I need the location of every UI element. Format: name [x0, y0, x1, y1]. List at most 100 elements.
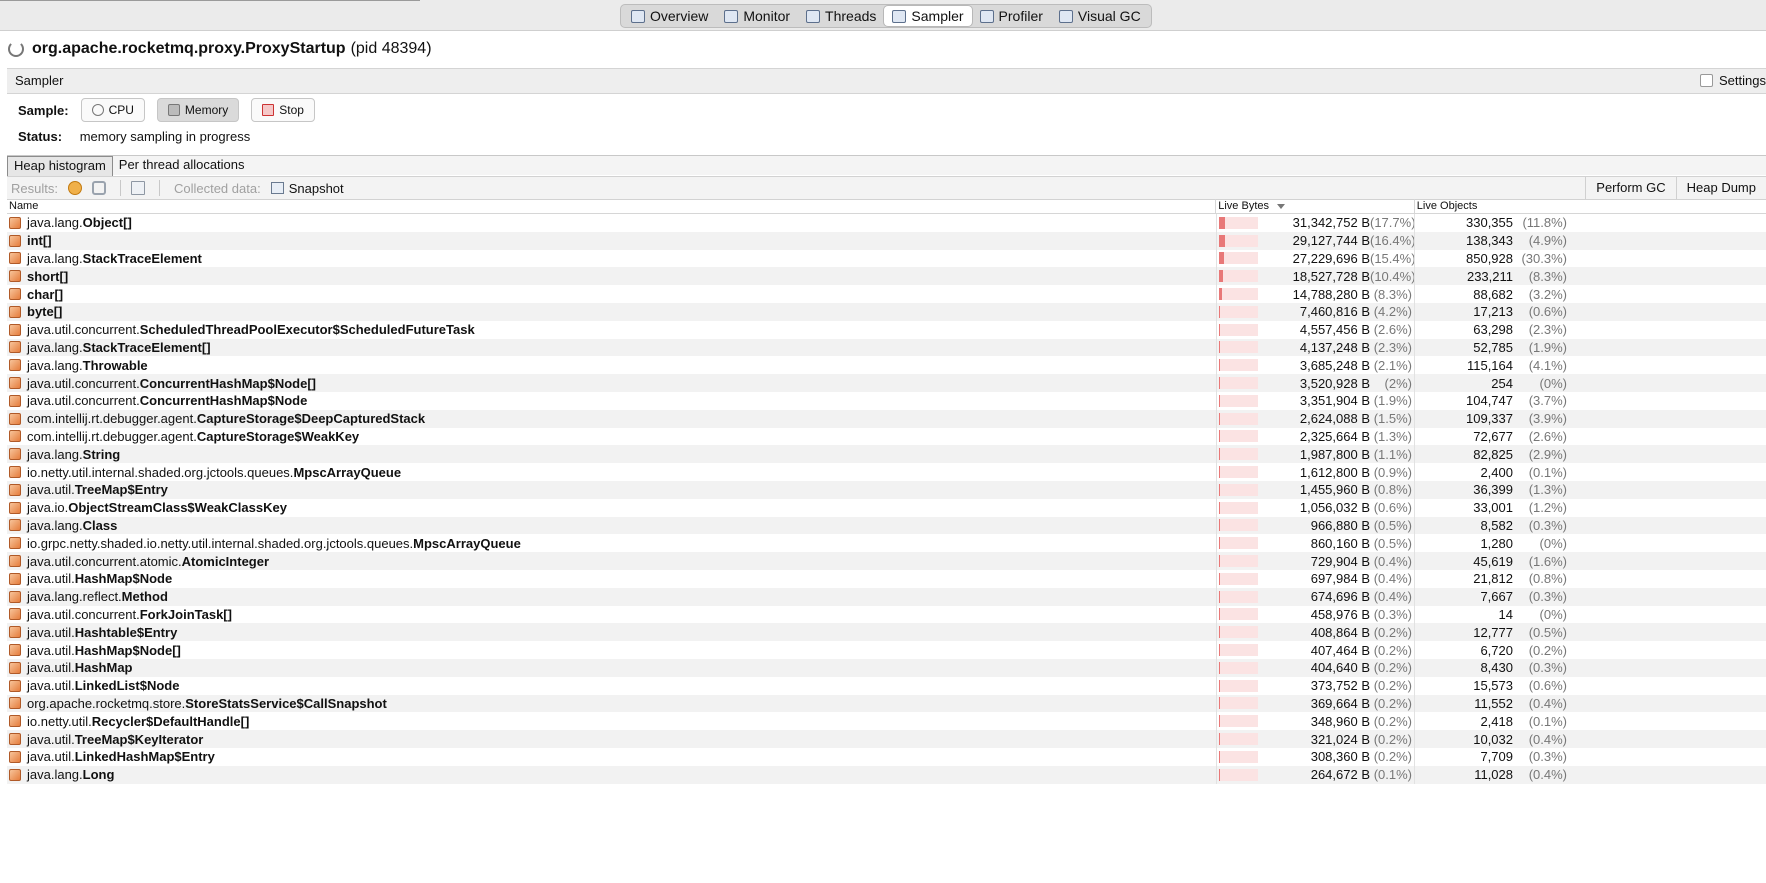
class-icon	[9, 288, 21, 301]
snapshot-icon	[270, 182, 284, 194]
class-icon	[9, 572, 21, 585]
live-bytes-bar-fill	[1219, 733, 1220, 745]
live-bytes-value: 729,904 B	[1310, 553, 1370, 569]
live-bytes-bar	[1219, 412, 1258, 425]
table-row[interactable]: java.util. LinkedList$Node 373,752 B (0.2%)…	[7, 676, 1766, 695]
live-bytes-value: 697,984 B	[1310, 571, 1370, 587]
table-row[interactable]: java.util. TreeMap$Entry 1,455,960 B (0.8%)…	[7, 480, 1766, 499]
table-row[interactable]: java.lang. Object[] 31,342,752 B (17.7%) 330…	[7, 214, 1766, 232]
tab-overview[interactable]: Overview	[623, 6, 716, 26]
table-row[interactable]: com.intellij.rt.debugger.agent. CaptureSt…	[7, 427, 1766, 446]
snapshot-button[interactable]: Snapshot	[289, 181, 344, 196]
delta-icon[interactable]	[130, 181, 145, 195]
cpu-button[interactable]: CPU	[80, 98, 145, 122]
table-row[interactable]: java.util.concurrent. ForkJoinTask[] 458,9…	[7, 605, 1766, 624]
table-row[interactable]: java.util. Hashtable$Entry 408,864 B (0.2%)…	[7, 623, 1766, 642]
live-bytes-bar	[1219, 733, 1258, 745]
class-icon	[9, 270, 21, 283]
table-row[interactable]: char[] 14,788,280 B (8.3%) 88,682 (3.2%)	[7, 285, 1766, 303]
live-objects-cell: 11,552 (0.4%)	[1414, 694, 1765, 713]
live-objects-percent: (0.1%)	[1528, 713, 1567, 729]
live-bytes-percent: (4.2%)	[1373, 304, 1412, 320]
live-bytes-percent: (0.3%)	[1373, 606, 1412, 622]
class-name-cell: java.util.concurrent. ScheduledThreadPool…	[7, 322, 1216, 337]
package-name: java.util.concurrent.	[27, 606, 140, 622]
table-row[interactable]: java.lang. Long 264,672 B (0.1%) 11,028 (0.4%…	[7, 765, 1766, 784]
table-row[interactable]: java.lang. String 1,987,800 B (1.1%) 82,825(…	[7, 445, 1766, 464]
column-live-bytes[interactable]: Live Bytes	[1215, 199, 1414, 213]
table-row[interactable]: short[] 18,527,728 B (10.4%) 233,211 (8.3%)	[7, 267, 1766, 286]
refresh-icon[interactable]	[91, 181, 106, 195]
view-tabs: Overview Monitor Threads Sampler Profiler Vis…	[620, 4, 1152, 28]
class-name-cell: java.lang. Object[]	[7, 215, 1216, 230]
live-bytes-value: 408,864 B	[1310, 624, 1370, 640]
live-objects-cell: 17,213 (0.6%)	[1414, 302, 1765, 321]
table-row[interactable]: java.util. HashMap$Node 697,984 B (0.4%) 21,…	[7, 569, 1766, 588]
live-bytes-cell: 3,351,904 B (1.9%)	[1216, 391, 1414, 410]
table-row[interactable]: java.lang.reflect. Method 674,696 B (0.4%) 7…	[7, 587, 1766, 606]
settings-toggle[interactable]: Settings	[1700, 73, 1766, 88]
class-icon	[9, 323, 21, 336]
live-bytes-percent: (0.2%)	[1373, 695, 1412, 711]
table-row[interactable]: java.util.concurrent. ScheduledThreadPool…	[7, 320, 1766, 339]
settings-checkbox[interactable]	[1700, 74, 1714, 87]
class-name-cell: byte[]	[7, 304, 1216, 319]
live-bytes-value: 321,024 B	[1310, 731, 1370, 747]
table-row[interactable]: io.grpc.netty.shaded.io.netty.util.inter…	[7, 534, 1766, 553]
live-bytes-bar-fill	[1219, 359, 1220, 372]
table-row[interactable]: io.netty.util. Recycler$DefaultHandle[] 34…	[7, 712, 1766, 731]
live-bytes-cell: 407,464 B (0.2%)	[1216, 641, 1414, 659]
pause-icon[interactable]	[67, 181, 82, 195]
results-toolbar: Results: Collected data: Snapshot Perfor…	[7, 176, 1766, 200]
live-objects-cell: 7,667 (0.3%)	[1414, 587, 1765, 606]
class-simple-name: Class	[82, 517, 118, 533]
table-row[interactable]: java.util. HashMap 404,640 B (0.2%) 8,430 (0.…	[7, 658, 1766, 677]
live-bytes-percent: (0.9%)	[1373, 464, 1412, 480]
heap-dump-button[interactable]: Heap Dump	[1675, 177, 1766, 199]
tab-threads[interactable]: Threads	[798, 6, 884, 26]
table-row[interactable]: java.util.concurrent. ConcurrentHashMap$N…	[7, 374, 1766, 392]
tab-profiler[interactable]: Profiler	[972, 6, 1051, 26]
package-name: java.util.	[27, 482, 75, 498]
package-name: java.util.	[27, 660, 75, 676]
live-objects-value: 254	[1491, 375, 1513, 391]
live-objects-value: 330,355	[1466, 215, 1513, 231]
table-row[interactable]: java.util. TreeMap$KeyIterator 321,024 B (0…	[7, 730, 1766, 748]
table-row[interactable]: java.util.concurrent.atomic. AtomicIntege…	[7, 552, 1766, 570]
stop-button[interactable]: Stop	[251, 98, 315, 122]
table-row[interactable]: byte[] 7,460,816 B (4.2%) 17,213 (0.6%)	[7, 302, 1766, 321]
live-bytes-bar-fill	[1219, 501, 1220, 514]
class-simple-name: Object[]	[82, 215, 132, 231]
class-icon	[9, 448, 21, 461]
table-row[interactable]: java.util.concurrent. ConcurrentHashMap$N…	[7, 391, 1766, 410]
live-objects-cell: 233,211 (8.3%)	[1414, 267, 1765, 286]
live-bytes-bar	[1219, 234, 1258, 247]
table-row[interactable]: java.lang. StackTraceElement[] 4,137,248 B…	[7, 338, 1766, 357]
tab-heap-histogram[interactable]: Heap histogram	[7, 156, 113, 177]
column-live-objects[interactable]: Live Objects	[1413, 199, 1766, 213]
table-row[interactable]: io.netty.util.internal.shaded.org.jctool…	[7, 463, 1766, 481]
table-row[interactable]: int[] 29,127,744 B (16.4%) 138,343 (4.9%)	[7, 231, 1766, 250]
tab-monitor[interactable]: Monitor	[716, 6, 798, 26]
perform-gc-button[interactable]: Perform GC	[1585, 177, 1675, 199]
table-row[interactable]: java.lang. StackTraceElement 27,229,696 B(…	[7, 249, 1766, 268]
table-row[interactable]: java.util. LinkedHashMap$Entry 308,360 B (0…	[7, 747, 1766, 766]
memory-button[interactable]: Memory	[156, 98, 240, 122]
package-name: java.lang.	[27, 767, 83, 783]
live-objects-percent: (0.4%)	[1528, 695, 1567, 711]
table-row[interactable]: java.lang. Throwable 3,685,248 B (2.1%) 115,…	[7, 356, 1766, 375]
tab-visual-gc[interactable]: Visual GC	[1051, 6, 1149, 26]
tab-sampler[interactable]: Sampler	[884, 6, 972, 26]
live-bytes-bar-fill	[1219, 483, 1220, 496]
table-row[interactable]: com.intellij.rt.debugger.agent. CaptureSt…	[7, 409, 1766, 428]
live-bytes-bar-fill	[1219, 323, 1220, 336]
table-row[interactable]: org.apache.rocketmq.store. StoreStatsServ…	[7, 694, 1766, 713]
tab-per-thread-allocations[interactable]: Per thread allocations	[113, 156, 251, 175]
live-bytes-cell: 2,325,664 B (1.3%)	[1216, 427, 1414, 446]
table-row[interactable]: java.util. HashMap$Node[] 407,464 B (0.2%) 6…	[7, 641, 1766, 659]
table-row[interactable]: java.io. ObjectStreamClass$WeakClassKey 1,…	[7, 498, 1766, 517]
column-name[interactable]: Name	[7, 199, 1215, 213]
table-row[interactable]: java.lang. Class 966,880 B (0.5%) 8,582 (0.3%…	[7, 516, 1766, 535]
live-bytes-cell: 7,460,816 B (4.2%)	[1216, 302, 1414, 321]
table-header: Name Live Bytes Live Objects	[7, 199, 1766, 214]
